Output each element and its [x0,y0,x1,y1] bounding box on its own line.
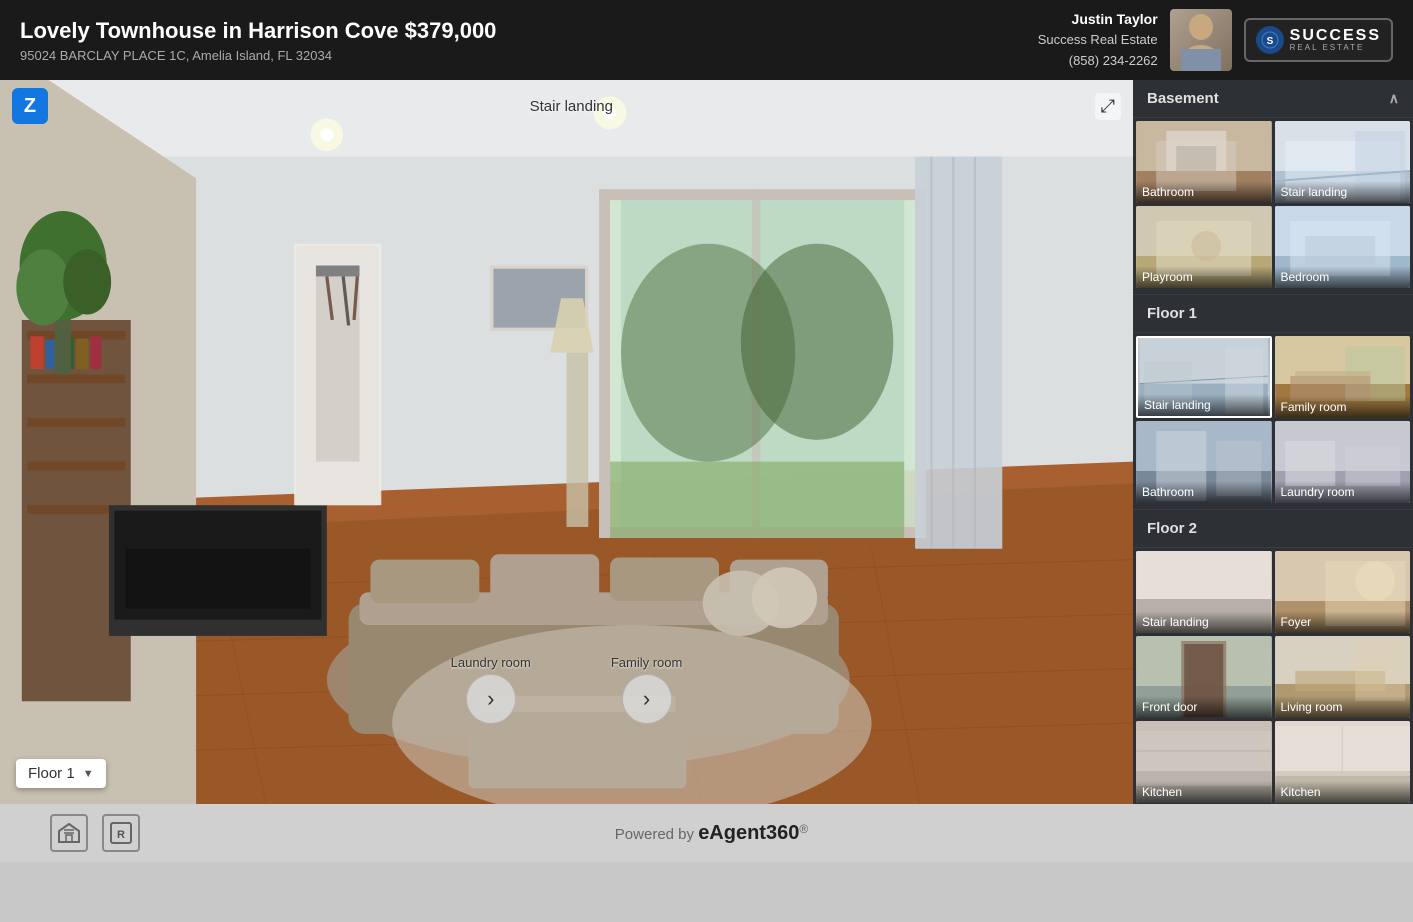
livingroom-label: Living room [1275,696,1411,718]
playroom-label: Playroom [1136,266,1272,288]
logo-main: SUCCESS [1290,28,1381,44]
hotspot-laundry[interactable]: Laundry room › [451,655,531,724]
panorama-topbar: Z Stair landing ⤢ [0,80,1133,132]
stairlanding1-label: Stair landing [1275,181,1411,203]
footer-brand-name: eAgent360 [698,822,799,844]
logo-icon: S SUCCESS REAL ESTATE [1256,26,1381,54]
floor-selector-arrow: ▼ [83,768,94,780]
hotspot-family[interactable]: Family room › [611,655,683,724]
logo-sub: REAL ESTATE [1290,44,1381,52]
floor-selector-text: Floor 1 [28,765,75,782]
section-floor2-header[interactable]: Floor 2 [1133,509,1413,548]
kitchen1-label: Kitchen [1136,781,1272,803]
section-basement-header[interactable]: Basement ∧ [1133,80,1413,118]
section-basement-chevron: ∧ [1389,90,1399,107]
agent-phone: (858) 234-2262 [1038,51,1158,72]
basement-grid: Bathroom Stair landing [1133,118,1413,294]
section-floor1-header[interactable]: Floor 1 [1133,294,1413,333]
footer-brand: Powered by eAgent360® [615,822,808,845]
expand-button[interactable]: ⤢ [1095,93,1121,120]
foyer-label: Foyer [1275,611,1411,633]
hotspot-laundry-label: Laundry room [451,655,531,670]
room-thumb-livingroom[interactable]: Living room [1275,636,1411,718]
property-title: Lovely Townhouse in Harrison Cove $379,0… [20,18,496,44]
agent-photo-svg [1176,9,1226,71]
realtor-icon: R [102,814,140,852]
floor2-grid: Stair landing Foyer [1133,548,1413,804]
agent-info: Justin Taylor Success Real Estate (858) … [1038,8,1158,72]
hotspot-family-circle[interactable]: › [622,674,672,724]
nav-hotspots: Laundry room › Family room › [0,655,1133,724]
header: Lovely Townhouse in Harrison Cove $379,0… [0,0,1413,80]
room-thumb-stairlanding2[interactable]: Stair landing [1136,336,1272,418]
frontdoor-label: Front door [1136,696,1272,718]
section-floor2-label: Floor 2 [1147,520,1197,537]
section-basement-label: Basement [1147,90,1219,107]
room-thumb-stairlanding1[interactable]: Stair landing [1275,121,1411,203]
floor-selector[interactable]: Floor 1 ▼ [16,759,106,788]
footer-brand-prefix: Powered by [615,826,698,843]
stairlanding3-label: Stair landing [1136,611,1272,633]
room-thumb-laundryroom[interactable]: Laundry room [1275,421,1411,503]
bedroom-label: Bedroom [1275,266,1411,288]
section-floor1-label: Floor 1 [1147,305,1197,322]
agent-name: Justin Taylor [1038,8,1158,30]
section-floor1: Floor 1 Stair landing [1133,294,1413,509]
room-thumb-stairlanding3[interactable]: Stair landing [1136,551,1272,633]
room-thumb-playroom[interactable]: Playroom [1136,206,1272,288]
zillow-icon: Z [24,95,36,118]
sidebar: Basement ∧ Bathroom [1133,80,1413,804]
hotspot-laundry-arrow: › [487,686,494,712]
stairlanding2-label: Stair landing [1138,394,1270,416]
room-thumb-kitchen2[interactable]: Kitchen [1275,721,1411,803]
room-thumb-kitchen1[interactable]: Kitchen [1136,721,1272,803]
zillow-logo: Z [12,88,48,124]
bathroom1-label: Bathroom [1136,181,1272,203]
room-thumb-frontdoor[interactable]: Front door [1136,636,1272,718]
room-thumb-bedroom[interactable]: Bedroom [1275,206,1411,288]
panorama-viewer[interactable]: Z Stair landing ⤢ Laundry room › Family … [0,80,1133,804]
hotspot-family-label: Family room [611,655,683,670]
room-thumb-bathroom1[interactable]: Bathroom [1136,121,1272,203]
svg-text:S: S [1266,36,1273,47]
equal-housing-svg [57,821,81,845]
hotspot-laundry-circle[interactable]: › [466,674,516,724]
section-basement: Basement ∧ Bathroom [1133,80,1413,294]
hotspot-family-arrow: › [643,686,650,712]
room-thumb-foyer[interactable]: Foyer [1275,551,1411,633]
room-thumb-familyroom[interactable]: Family room [1275,336,1411,418]
kitchen2-label: Kitchen [1275,781,1411,803]
familyroom-label: Family room [1275,396,1411,418]
header-left: Lovely Townhouse in Harrison Cove $379,0… [20,18,496,63]
section-floor2: Floor 2 Stair landing [1133,509,1413,804]
panorama-room-name: Stair landing [530,98,613,115]
expand-icon: ⤢ [1101,96,1115,116]
realtor-svg: R [109,821,133,845]
footer: R Powered by eAgent360® [0,804,1413,862]
property-address: 95024 BARCLAY PLACE 1C, Amelia Island, F… [20,48,496,63]
laundryroom-label: Laundry room [1275,481,1411,503]
agent-company: Success Real Estate [1038,30,1158,51]
footer-left-icons: R [50,814,140,852]
bathroom2-label: Bathroom [1136,481,1272,503]
footer-brand-symbol: ® [799,822,808,836]
main-container: Z Stair landing ⤢ Laundry room › Family … [0,80,1413,804]
floor1-grid: Stair landing Family room [1133,333,1413,509]
equal-housing-icon [50,814,88,852]
logo-emblem: S [1261,31,1279,49]
room-thumb-bathroom2[interactable]: Bathroom [1136,421,1272,503]
svg-text:R: R [117,829,125,841]
logo-container: S SUCCESS REAL ESTATE [1244,18,1393,62]
header-right: Justin Taylor Success Real Estate (858) … [1038,8,1393,72]
agent-photo [1170,9,1232,71]
